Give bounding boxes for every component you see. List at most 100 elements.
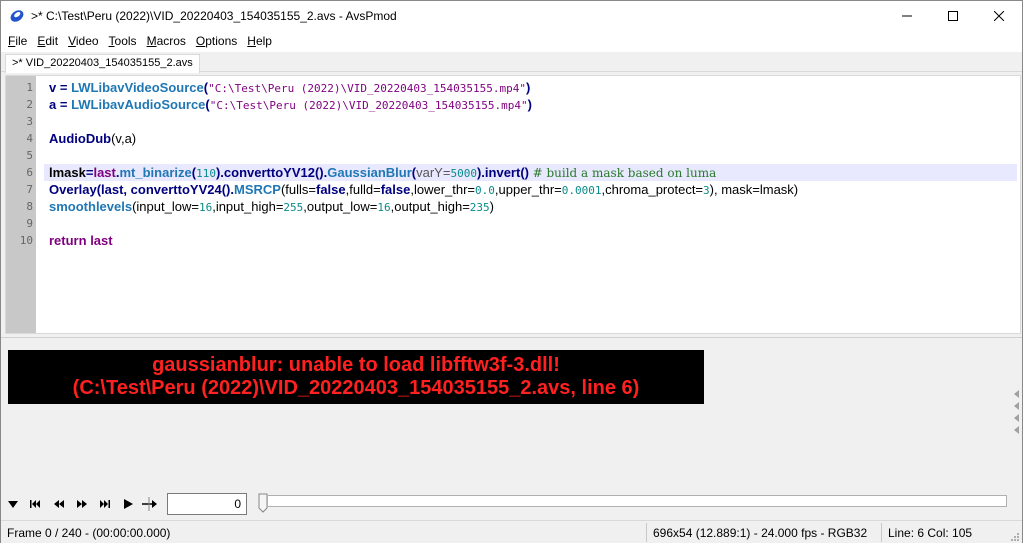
menu-options-label: ptions xyxy=(205,34,238,48)
script-tab-strip: >* VID_20220403_154035155_2.avs xyxy=(1,52,1022,73)
menu-help-mnemonic: H xyxy=(247,34,256,48)
previous-frame-button[interactable] xyxy=(51,496,67,512)
toggle-preview-button[interactable] xyxy=(5,496,21,512)
code-token: varY xyxy=(416,165,443,180)
code-token: LWLibavAudioSource xyxy=(71,97,206,112)
code-token: converttoYV24 xyxy=(130,182,222,197)
resize-grip-icon[interactable] xyxy=(1010,532,1020,542)
code-comment: # build a mask based on luma xyxy=(532,166,717,180)
menu-file-label: ile xyxy=(15,34,28,48)
code-token: 3 xyxy=(703,184,710,197)
code-token: (). xyxy=(221,182,234,197)
code-token: 0.0 xyxy=(475,184,495,197)
menu-macros[interactable]: Macros xyxy=(142,31,191,52)
menu-edit[interactable]: Edit xyxy=(32,31,63,52)
code-token: ,output_high= xyxy=(390,199,470,214)
menu-macros-mnemonic: M xyxy=(146,34,157,48)
chevron-left-icon xyxy=(1013,402,1019,410)
error-message-line-1: gaussianblur: unable to load libfftw3f-3… xyxy=(152,354,560,376)
code-line-10[interactable]: return last xyxy=(49,232,113,249)
code-token: return xyxy=(49,233,87,248)
close-button[interactable] xyxy=(976,1,1022,31)
side-panel-toggle[interactable] xyxy=(1012,390,1020,434)
line-number: 7 xyxy=(26,183,33,196)
code-token: 16 xyxy=(377,201,391,214)
menu-edit-label: dit xyxy=(45,34,59,48)
video-frame[interactable]: gaussianblur: unable to load libfftw3f-3… xyxy=(8,350,704,404)
status-separator xyxy=(881,523,882,542)
code-token: ,fulld= xyxy=(345,182,381,197)
playback-toolbar: 0 xyxy=(1,488,1022,518)
menu-video-label: ideo xyxy=(75,34,99,48)
jump-to-cursor-button[interactable] xyxy=(142,496,158,512)
play-button[interactable] xyxy=(120,496,136,512)
menu-tools[interactable]: Tools xyxy=(104,31,142,52)
code-token: LWLibavVideoSource xyxy=(71,80,204,95)
code-token: "C:\Test\Peru (2022)\VID_20220403_154035… xyxy=(208,82,526,95)
code-token: (input_low= xyxy=(132,199,199,214)
script-editor[interactable]: 1 2 3 4 5 6 7 8 9 10 v = LWLibavVideoSou… xyxy=(5,75,1021,334)
menu-options[interactable]: Options xyxy=(191,31,242,52)
code-line-7[interactable]: Overlay(last, converttoYV24().MSRCP(full… xyxy=(49,181,798,198)
code-token: "C:\Test\Peru (2022)\VID_20220403_154035… xyxy=(209,99,528,112)
video-preview-pane[interactable]: gaussianblur: unable to load libfftw3f-3… xyxy=(1,337,1022,487)
close-icon xyxy=(994,11,1004,21)
fast-forward-icon xyxy=(77,500,87,508)
menu-video-mnemonic: V xyxy=(68,34,76,48)
code-token: Overlay xyxy=(49,182,97,197)
code-token: ,input_high= xyxy=(212,199,284,214)
menu-video[interactable]: Video xyxy=(63,31,103,52)
window-controls xyxy=(884,1,1022,31)
menu-tools-label: ools xyxy=(114,34,137,48)
window-title: >* C:\Test\Peru (2022)\VID_20220403_1540… xyxy=(31,9,397,23)
chevron-left-icon xyxy=(1013,426,1019,434)
last-frame-button[interactable] xyxy=(97,496,113,512)
code-line-8[interactable]: smoothlevels(input_low=16,input_high=255… xyxy=(49,198,494,215)
menu-help[interactable]: Help xyxy=(242,31,277,52)
minimize-icon xyxy=(902,15,912,17)
line-number: 8 xyxy=(26,200,33,213)
maximize-button[interactable] xyxy=(930,1,976,31)
code-token: 0.0001 xyxy=(561,184,602,197)
code-token: smoothlevels xyxy=(49,199,133,214)
code-line-2[interactable]: a = LWLibavAudioSource("C:\Test\Peru (20… xyxy=(49,96,532,113)
frame-number-input[interactable]: 0 xyxy=(167,493,247,515)
avspmod-app-icon[interactable] xyxy=(9,8,25,24)
tab-script[interactable]: >* VID_20220403_154035155_2.avs xyxy=(5,54,200,73)
status-bar: Frame 0 / 240 - (00:00:00.000) 696x54 (1… xyxy=(1,520,1022,543)
menu-help-label: elp xyxy=(255,34,272,48)
code-line-4[interactable]: AudioDub(v,a) xyxy=(49,130,136,147)
next-frame-button[interactable] xyxy=(74,496,90,512)
maximize-icon xyxy=(948,11,958,21)
code-token: MSRCP xyxy=(234,182,281,197)
code-token: last xyxy=(93,165,116,180)
status-video-info: 696x54 (12.889:1) - 24.000 fps - RGB32 xyxy=(653,526,868,540)
line-number-gutter: 1 2 3 4 5 6 7 8 9 10 xyxy=(6,76,36,333)
menu-file[interactable]: File xyxy=(3,31,32,52)
code-line-1[interactable]: v = LWLibavVideoSource("C:\Test\Peru (20… xyxy=(49,79,530,96)
rewind-icon xyxy=(54,500,64,508)
skip-to-end-icon xyxy=(100,500,110,508)
menu-options-mnemonic: O xyxy=(195,34,206,48)
code-token: ) xyxy=(527,97,532,112)
code-token: invert xyxy=(484,165,521,180)
play-icon xyxy=(124,499,133,509)
first-frame-button[interactable] xyxy=(27,496,43,512)
code-line-6-current[interactable]: lmask=last.mt_binarize(110).converttoYV1… xyxy=(44,164,1017,181)
chevron-left-icon xyxy=(1013,414,1019,422)
line-number: 4 xyxy=(26,132,33,145)
code-token: (v,a) xyxy=(111,131,137,146)
minimize-button[interactable] xyxy=(884,1,930,31)
line-number: 10 xyxy=(19,234,33,247)
code-token: 235 xyxy=(469,201,490,214)
code-token: 16 xyxy=(198,201,213,214)
code-token: ), mask=lmask) xyxy=(709,182,799,197)
code-token: (). xyxy=(314,165,328,180)
line-number: 2 xyxy=(26,98,33,111)
line-number: 3 xyxy=(26,115,33,128)
status-frame-info: Frame 0 / 240 - (00:00:00.000) xyxy=(7,526,171,540)
fold-margin[interactable] xyxy=(36,76,44,333)
menu-bar: File Edit Video Tools Macros Options Hel… xyxy=(1,31,1022,52)
timeline-slider[interactable] xyxy=(267,495,1007,507)
code-token: ) xyxy=(489,199,494,214)
